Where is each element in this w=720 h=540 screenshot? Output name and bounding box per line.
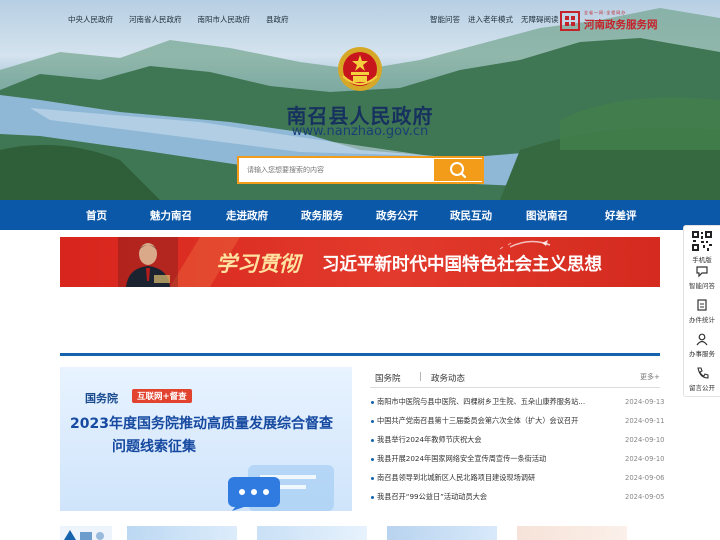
top-link-henan-gov[interactable]: 河南省人民政府 — [129, 14, 182, 25]
nav-pictures[interactable]: 图说南召 — [526, 208, 568, 223]
side-services[interactable]: 办事服务 — [684, 332, 720, 358]
banner-title-study: 学习贯彻 — [216, 251, 300, 276]
bullet-icon — [371, 477, 374, 480]
tab-separator: | — [419, 372, 422, 382]
feature-org: 国务院 — [85, 392, 118, 405]
hero-banner: 中央人民政府 河南省人民政府 南阳市人民政府 县政府 智能问答 进入老年模式 无… — [0, 0, 720, 200]
side-mobile[interactable]: 手机版 — [684, 230, 720, 264]
feature-headline: 2023年度国务院推动高质量发展综合督查 — [70, 416, 333, 432]
news-item-title[interactable]: 我县召开“99公益日”活动动员大会 — [377, 492, 595, 502]
nav-open-government[interactable]: 政务公开 — [376, 208, 418, 223]
side-smart-qa[interactable]: 智能问答 — [684, 264, 720, 290]
search-button[interactable] — [434, 159, 482, 181]
search-input[interactable] — [239, 158, 433, 182]
national-emblem-icon — [338, 47, 382, 91]
search-box — [237, 156, 484, 184]
news-item-title[interactable]: 中国共产党南召县第十三届委员会第六次全体（扩大）会议召开 — [377, 416, 595, 426]
top-bar: 中央人民政府 河南省人民政府 南阳市人民政府 县政府 智能问答 进入老年模式 无… — [0, 0, 720, 38]
leader-portrait — [118, 237, 178, 287]
site-url: www.nanzhao.gov.cn — [291, 124, 429, 139]
clipboard-icon — [697, 299, 707, 311]
topic-card[interactable] — [60, 526, 112, 540]
side-float-panel: 手机版 智能问答 办件统计 办事服务 留言公开 — [683, 225, 720, 397]
news-item-date: 2024-09-06 — [625, 474, 665, 482]
accessibility-link[interactable]: 无障碍阅读 — [521, 14, 559, 25]
news-item-date: 2024-09-10 — [625, 436, 665, 444]
elder-mode-link[interactable]: 进入老年模式 — [468, 14, 513, 25]
news-item-date: 2024-09-11 — [625, 417, 665, 425]
nav-home[interactable]: 首页 — [86, 208, 107, 223]
nav-charm-nanzhao[interactable]: 魅力南召 — [150, 208, 192, 223]
bullet-icon — [371, 496, 374, 499]
service-logo-tagline: 全省一网·全程网办 — [584, 10, 627, 15]
service-logo-icon — [560, 11, 580, 31]
side-case-stats-label: 办件统计 — [689, 316, 715, 324]
search-icon — [450, 162, 467, 179]
smart-qa-link[interactable]: 智能问答 — [430, 14, 460, 25]
henan-service-logo[interactable]: 全省一网·全程网办 河南政务服务网 — [560, 9, 690, 35]
user-service-icon — [696, 333, 708, 346]
news-item-title[interactable]: 南召县领导到北城新区人民北路项目建设现场调研 — [377, 473, 595, 483]
side-messages[interactable]: 留言公开 — [684, 366, 720, 392]
news-tab-underline — [370, 387, 660, 388]
top-link-county-gov[interactable]: 县政府 — [266, 14, 289, 25]
news-item[interactable]: 我县举行2024年教师节庆祝大会 2024-09-10 — [370, 434, 665, 448]
qr-code-icon — [691, 230, 713, 252]
news-more-link[interactable]: 更多+ — [640, 372, 660, 382]
promo-card[interactable] — [127, 526, 237, 540]
news-item-date: 2024-09-10 — [625, 455, 665, 463]
side-smart-qa-label: 智能问答 — [689, 282, 715, 290]
nav-evaluation[interactable]: 好差评 — [605, 208, 637, 223]
top-links: 中央人民政府 河南省人民政府 南阳市人民政府 县政府 — [68, 14, 289, 25]
news-item[interactable]: 中国共产党南召县第十三届委员会第六次全体（扩大）会议召开 2024-09-11 — [370, 415, 665, 429]
topic-card-art — [64, 530, 104, 540]
banner-title-thought: 习近平新时代中国特色社会主义思想 — [322, 255, 602, 275]
side-services-label: 办事服务 — [689, 350, 715, 358]
tab-government-news[interactable]: 政务动态 — [431, 372, 465, 384]
feature-tag: 互联网+督查 — [132, 389, 192, 403]
news-item-date: 2024-09-13 — [625, 398, 665, 406]
promo-card[interactable] — [387, 526, 497, 540]
feature-supervision[interactable]: 国务院 互联网+督查 2023年度国务院推动高质量发展综合督查 问题线索征集 — [60, 367, 352, 511]
nav-interaction[interactable]: 政民互动 — [450, 208, 492, 223]
bullet-icon — [371, 401, 374, 404]
bullet-icon — [371, 439, 374, 442]
side-case-stats[interactable]: 办件统计 — [684, 298, 720, 324]
news-item[interactable]: 我县开展2024年国家网络安全宣传周宣传一条街活动 2024-09-10 — [370, 453, 665, 467]
side-mobile-label: 手机版 — [692, 256, 712, 264]
bullet-icon — [371, 458, 374, 461]
news-item-title[interactable]: 南阳市中医院与县中医院、四棵树乡卫生院、五朵山康养服务站... — [377, 397, 595, 407]
service-logo-name: 河南政务服务网 — [584, 19, 658, 31]
promo-card[interactable] — [517, 526, 627, 540]
news-item-title[interactable]: 我县开展2024年国家网络安全宣传周宣传一条街活动 — [377, 454, 595, 464]
nav-about-government[interactable]: 走进政府 — [226, 208, 268, 223]
news-item[interactable]: 南召县领导到北城新区人民北路项目建设现场调研 2024-09-06 — [370, 472, 665, 486]
nav-government-services[interactable]: 政务服务 — [301, 208, 343, 223]
promo-card[interactable] — [257, 526, 367, 540]
top-tools: 智能问答 进入老年模式 无障碍阅读 — [430, 14, 559, 25]
chat-icon — [696, 266, 708, 278]
bullet-icon — [371, 420, 374, 423]
main-nav: 首页 魅力南召 走进政府 政务服务 政务公开 政民互动 图说南召 好差评 — [0, 200, 720, 230]
news-item[interactable]: 我县召开“99公益日”活动动员大会 2024-09-05 — [370, 491, 665, 505]
news-item-date: 2024-09-05 — [625, 493, 665, 501]
side-messages-label: 留言公开 — [689, 384, 715, 392]
section-divider — [60, 353, 660, 356]
top-link-central-gov[interactable]: 中央人民政府 — [68, 14, 113, 25]
news-item[interactable]: 南阳市中医院与县中医院、四棵树乡卫生院、五朵山康养服务站... 2024-09-… — [370, 396, 665, 410]
top-link-nanyang-gov[interactable]: 南阳市人民政府 — [198, 14, 251, 25]
phone-icon — [697, 367, 709, 379]
tab-state-council[interactable]: 国务院 — [375, 372, 401, 384]
news-item-title[interactable]: 我县举行2024年教师节庆祝大会 — [377, 435, 595, 445]
chat-illustration — [228, 465, 334, 511]
study-banner[interactable]: 学习贯彻 习近平新时代中国特色社会主义思想 — [60, 237, 660, 287]
news-panel: 国务院 | 政务动态 更多+ 南阳市中医院与县中医院、四棵树乡卫生院、五朵山康养… — [370, 367, 665, 511]
